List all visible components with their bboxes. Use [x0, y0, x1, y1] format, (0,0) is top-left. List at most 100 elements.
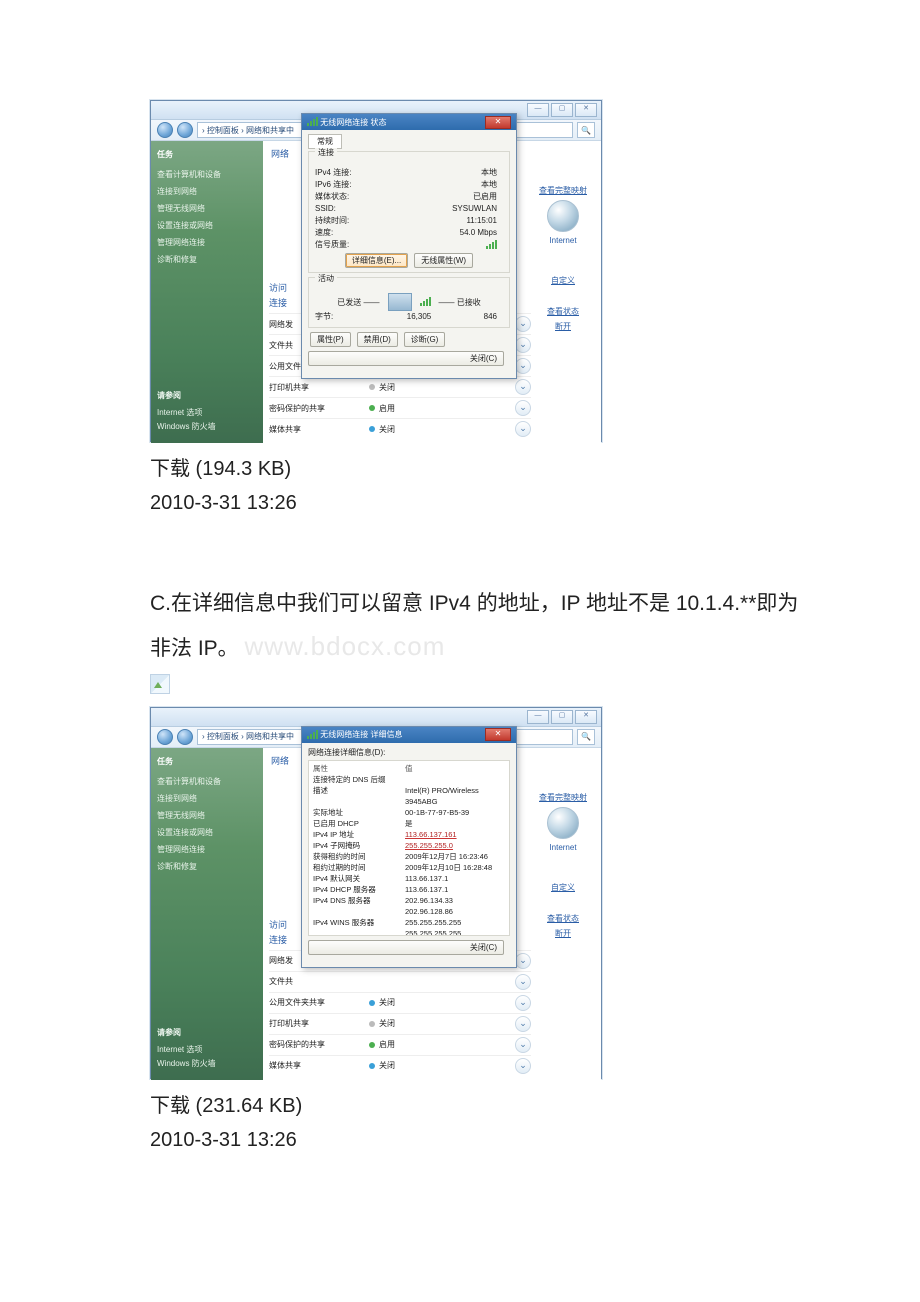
search-icon[interactable]: 🔍	[577, 729, 595, 745]
expand-icon[interactable]: ⌄	[515, 400, 531, 416]
property-list: 属性值 连接特定的 DNS 后缀描述Intel(R) PRO/Wireless …	[308, 760, 510, 936]
detail-key: IPv4 子网掩码	[313, 840, 405, 851]
close-button[interactable]: ✕	[575, 103, 597, 117]
search-icon[interactable]: 🔍	[577, 122, 595, 138]
globe-label: Internet	[549, 843, 576, 852]
diagnose-button[interactable]: 诊断(G)	[404, 332, 446, 347]
expand-icon[interactable]: ⌄	[515, 316, 531, 332]
kv-val: 54.0 Mbps	[395, 227, 503, 239]
kv-key: 信号质量:	[315, 239, 395, 251]
outer-window: — ▢ ✕ › 控制面板 › 网络和共享中 🔍 任务 查看计算机和设备 连接到网…	[150, 100, 602, 442]
expand-icon[interactable]: ⌄	[515, 1058, 531, 1074]
link-full-map[interactable]: 查看完整映射	[539, 792, 587, 803]
detail-key: 连接特定的 DNS 后缀	[313, 774, 405, 785]
link-view-status[interactable]: 查看状态	[547, 306, 579, 317]
sidebar-item-firewall[interactable]: Windows 防火墙	[157, 421, 257, 432]
bytes-sent: 16,305	[395, 311, 449, 323]
link-disconnect[interactable]: 断开	[555, 928, 571, 939]
expand-icon[interactable]: ⌄	[515, 995, 531, 1011]
kv-val: SYSUWLAN	[395, 203, 503, 215]
share-label: 文件共	[269, 976, 369, 987]
right-column: 查看完整映射 Internet 自定义 查看状态 断开	[533, 181, 593, 332]
sidebar-item-wireless[interactable]: 管理无线网络	[157, 203, 257, 214]
maximize-button[interactable]: ▢	[551, 103, 573, 117]
sidebar-item-devices[interactable]: 查看计算机和设备	[157, 169, 257, 180]
nav-forward-icon[interactable]	[177, 122, 193, 138]
share-label: 密码保护的共享	[269, 1039, 369, 1050]
share-row-media: 媒体共享 关闭 ⌄	[269, 418, 531, 439]
expand-icon[interactable]: ⌄	[515, 953, 531, 969]
details-button[interactable]: 详细信息(E)...	[345, 253, 408, 268]
share-state: 关闭	[379, 1018, 395, 1029]
share-state: 关闭	[379, 1060, 395, 1071]
sidebar-item-manage[interactable]: 管理网络连接	[157, 237, 257, 248]
nav-forward-icon[interactable]	[177, 729, 193, 745]
detail-key: IPv4 DHCP 服务器	[313, 884, 405, 895]
share-state: 关闭	[379, 382, 395, 393]
link-view-status[interactable]: 查看状态	[547, 913, 579, 924]
sidebar-item-internet-options[interactable]: Internet 选项	[157, 407, 257, 418]
detail-value: 255.255.255.255	[405, 917, 505, 928]
sidebar-see-also: 请参阅	[157, 1027, 257, 1038]
outer-window-2: — ▢ ✕ › 控制面板 › 网络和共享中 🔍 任务 查看计算机和设备 连接到网…	[150, 707, 602, 1079]
sent-label: 已发送 ——	[337, 297, 379, 308]
col-val: 值	[405, 763, 505, 774]
expand-icon[interactable]: ⌄	[515, 1016, 531, 1032]
timestamp-1: 2010-3-31 13:26	[150, 492, 810, 515]
sidebar-item-diagnose[interactable]: 诊断和修复	[157, 254, 257, 265]
main-access-label: 访问	[269, 918, 287, 931]
activity-group: 活动	[315, 274, 337, 283]
detail-row: IPv4 默认网关113.66.137.1	[313, 873, 505, 884]
sidebar-item-manage[interactable]: 管理网络连接	[157, 844, 257, 855]
sidebar-item-connect[interactable]: 连接到网络	[157, 186, 257, 197]
wifi-bars-icon	[307, 731, 318, 739]
sidebar-item-setup[interactable]: 设置连接或网络	[157, 827, 257, 838]
share-row-media: 媒体共享 关闭 ⌄	[269, 1055, 531, 1076]
nav-back-icon[interactable]	[157, 122, 173, 138]
expand-icon[interactable]: ⌄	[515, 337, 531, 353]
general-tab[interactable]: 常规	[308, 134, 342, 149]
sidebar-item-connect[interactable]: 连接到网络	[157, 793, 257, 804]
minimize-button[interactable]: —	[527, 710, 549, 724]
sidebar-item-setup[interactable]: 设置连接或网络	[157, 220, 257, 231]
link-disconnect[interactable]: 断开	[555, 321, 571, 332]
share-label: 媒体共享	[269, 1060, 369, 1071]
dialog-close-button[interactable]: ✕	[485, 116, 511, 129]
detail-dialog-title: 无线网络连接 详细信息 ✕	[302, 727, 516, 743]
minimize-button[interactable]: —	[527, 103, 549, 117]
expand-icon[interactable]: ⌄	[515, 379, 531, 395]
expand-icon[interactable]: ⌄	[515, 974, 531, 990]
status-dot-icon	[369, 1000, 375, 1006]
sidebar-item-firewall[interactable]: Windows 防火墙	[157, 1058, 257, 1069]
nav-back-icon[interactable]	[157, 729, 173, 745]
status-close-button[interactable]: 关闭(C)	[308, 351, 504, 366]
maximize-button[interactable]: ▢	[551, 710, 573, 724]
sidebar-item-devices[interactable]: 查看计算机和设备	[157, 776, 257, 787]
kv-key: SSID:	[315, 203, 395, 215]
detail-close-button[interactable]: 关闭(C)	[308, 940, 504, 955]
dialog-close-button[interactable]: ✕	[485, 728, 511, 741]
detail-title-text: 无线网络连接 详细信息	[320, 729, 402, 740]
sidebar-item-wireless[interactable]: 管理无线网络	[157, 810, 257, 821]
properties-button[interactable]: 属性(P)	[310, 332, 351, 347]
detail-row: 已启用 DHCP是	[313, 818, 505, 829]
disable-button[interactable]: 禁用(D)	[357, 332, 398, 347]
detail-key: 获得租约的时间	[313, 851, 405, 862]
link-full-map[interactable]: 查看完整映射	[539, 185, 587, 196]
detail-row: IPv4 DHCP 服务器113.66.137.1	[313, 884, 505, 895]
expand-icon[interactable]: ⌄	[515, 1037, 531, 1053]
expand-icon[interactable]: ⌄	[515, 421, 531, 437]
kv-key: 持续时间:	[315, 215, 395, 227]
wireless-properties-button[interactable]: 无线属性(W)	[414, 253, 473, 268]
detail-key: IPv4 WINS 服务器	[313, 917, 405, 928]
detail-value: 202.96.128.86	[405, 906, 505, 917]
sidebar-item-internet-options[interactable]: Internet 选项	[157, 1044, 257, 1055]
detail-key	[313, 928, 405, 936]
link-customize[interactable]: 自定义	[551, 882, 575, 893]
detail-key: IPv4 IP 地址	[313, 829, 405, 840]
sidebar-item-diagnose[interactable]: 诊断和修复	[157, 861, 257, 872]
bytes-recv: 846	[449, 311, 503, 323]
link-customize[interactable]: 自定义	[551, 275, 575, 286]
close-button[interactable]: ✕	[575, 710, 597, 724]
expand-icon[interactable]: ⌄	[515, 358, 531, 374]
